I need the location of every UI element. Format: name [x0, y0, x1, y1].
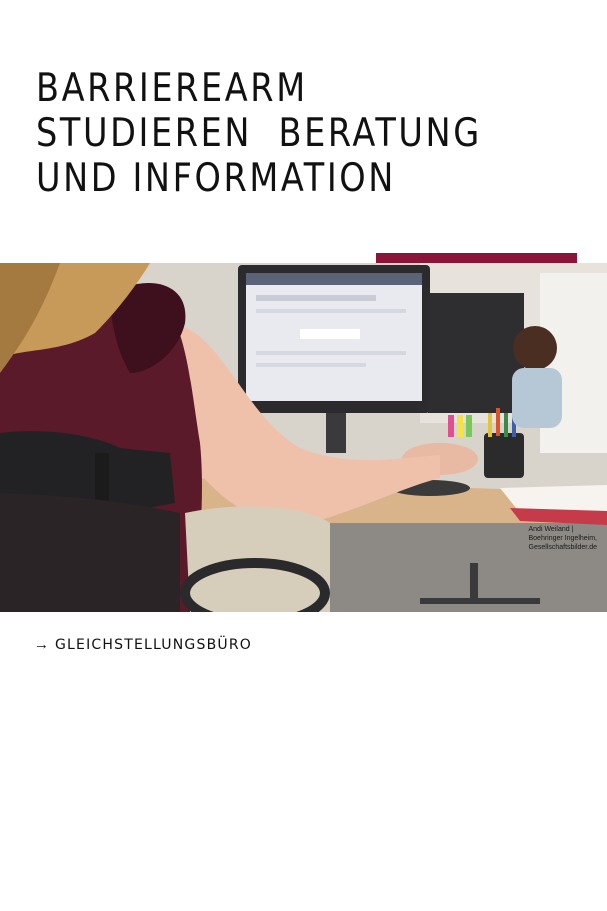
- arrow-right-icon: →: [34, 636, 49, 653]
- credit-line-2: Boehringer Ingelheim,: [528, 535, 598, 542]
- gleichstellungsbuero-link[interactable]: → GLEICHSTELLUNGSBÜRO: [34, 636, 252, 654]
- photo-illustration: [0, 263, 607, 612]
- title-line-3: UND INFORMATION: [36, 156, 396, 201]
- hero-photo: Andi Weiland | Boehringer Ingelheim, Ges…: [0, 263, 607, 612]
- credit-line-1: Andi Weiland |: [528, 526, 574, 533]
- accent-bar: [376, 253, 577, 263]
- title-line-2: STUDIEREN BERATUNG: [36, 111, 482, 156]
- page-title: BARRIEREARM STUDIEREN BERATUNG UND INFOR…: [36, 66, 482, 201]
- credit-line-3: Gesellschaftsbilder.de: [528, 544, 597, 551]
- photo-credit: Andi Weiland | Boehringer Ingelheim, Ges…: [529, 525, 598, 552]
- link-label: GLEICHSTELLUNGSBÜRO: [55, 637, 252, 653]
- title-line-1: BARRIEREARM: [36, 66, 308, 111]
